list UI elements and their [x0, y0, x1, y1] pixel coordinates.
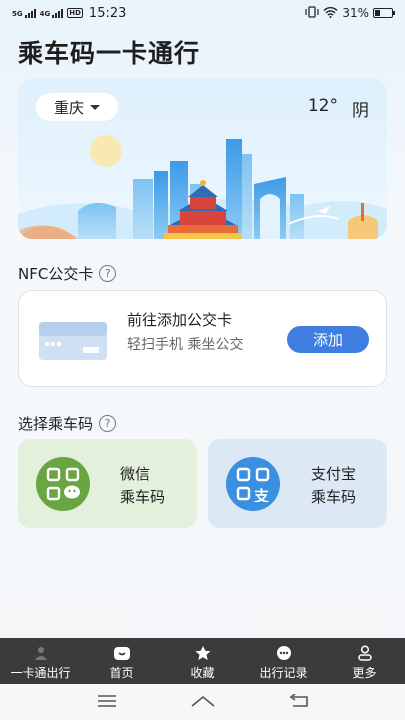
network-label: 5G [12, 9, 23, 18]
transit-card-icon [39, 322, 107, 360]
city-selector[interactable]: 重庆 [36, 93, 118, 121]
wechat-label-line1: 微信 [120, 465, 151, 483]
signal-icon: 5G [12, 8, 36, 18]
nfc-card-title: 前往添加公交卡 [127, 311, 233, 329]
add-card-button[interactable]: 添加 [287, 326, 369, 353]
nav-item-more[interactable]: 更多 [324, 638, 405, 684]
weather-info: 12° 阴 [308, 96, 369, 121]
nav-label: 收藏 [190, 666, 215, 680]
alipay-label-line2: 乘车码 [311, 488, 357, 506]
alipay-label-line1: 支付宝 [311, 465, 357, 483]
page-title: 乘车码一卡通行 [18, 39, 201, 68]
wechat-ride-code-label: 微信 乘车码 [120, 463, 165, 509]
bottom-nav: 一卡通出行 首页 收藏 出行记录 更多 [0, 638, 405, 684]
nav-label: 首页 [109, 666, 134, 680]
nav-item-home[interactable]: 首页 [81, 638, 162, 684]
wechat-qr-icon [36, 457, 90, 511]
system-navigation-bar [0, 684, 405, 720]
alipay-ride-code-label: 支付宝 乘车码 [311, 463, 356, 509]
status-bar: 5G 4G HD 15:23 31% [0, 0, 405, 26]
help-icon[interactable]: ? [99, 265, 117, 282]
chevron-down-icon [90, 104, 100, 110]
card-icon [32, 645, 50, 661]
user-icon [356, 645, 374, 661]
nav-item-favorites[interactable]: 收藏 [162, 638, 243, 684]
battery-icon [373, 8, 395, 18]
nav-label: 更多 [352, 666, 377, 680]
svg-text:支: 支 [253, 487, 270, 502]
home-nav-icon[interactable] [190, 693, 216, 712]
status-right: 31% [305, 5, 395, 21]
battery-percent: 31% [342, 6, 369, 20]
back-icon[interactable] [289, 692, 309, 712]
alipay-ride-code-card[interactable]: 支 支付宝 乘车码 [208, 439, 387, 528]
wifi-icon [323, 6, 338, 21]
home-icon [113, 645, 131, 661]
help-icon[interactable]: ? [99, 415, 117, 432]
city-label: 重庆 [53, 98, 84, 117]
nfc-section-label: NFC公交卡 [18, 265, 94, 283]
star-icon [194, 645, 212, 661]
nav-item-trip-records[interactable]: 出行记录 [243, 638, 324, 684]
wechat-ride-code-card[interactable]: 微信 乘车码 [18, 439, 197, 528]
wechat-label-line2: 乘车码 [120, 488, 166, 506]
status-left: 5G 4G HD 15:23 [12, 6, 126, 21]
alipay-qr-icon: 支 [226, 457, 280, 511]
clock: 15:23 [88, 5, 127, 21]
temperature: 12° [307, 96, 338, 116]
network-label-2: 4G [39, 9, 51, 18]
hero-banner: 重庆 12° 阴 [18, 79, 387, 239]
nfc-add-card[interactable]: 前往添加公交卡 轻扫手机 乘坐公交 添加 [18, 290, 387, 387]
nav-label: 一卡通出行 [10, 666, 71, 680]
record-icon [275, 645, 293, 661]
nfc-card-subtitle: 轻扫手机 乘坐公交 [127, 337, 244, 353]
hd-badge: HD [67, 8, 83, 18]
signal-icon-2: 4G [39, 8, 64, 18]
nav-item-card-travel[interactable]: 一卡通出行 [0, 638, 81, 684]
nav-label: 出行记录 [259, 666, 308, 680]
weather-condition: 阴 [352, 101, 369, 121]
ride-code-section-label: 选择乘车码 [18, 415, 94, 433]
menu-icon[interactable] [97, 693, 117, 712]
vibrate-icon [305, 5, 319, 21]
ride-code-section-title: 选择乘车码 ? [18, 413, 117, 434]
nfc-section-title: NFC公交卡 ? [18, 263, 117, 284]
